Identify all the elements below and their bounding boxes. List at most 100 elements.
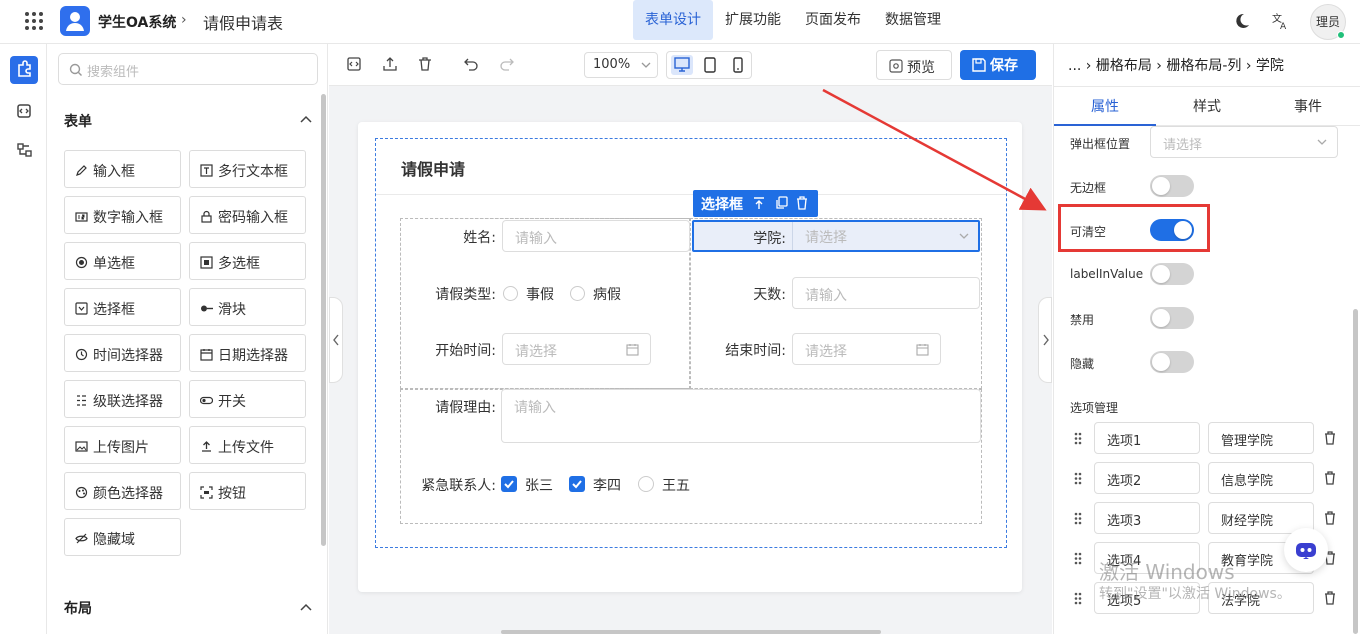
dark-mode-icon[interactable] — [1233, 12, 1251, 30]
option-row: 选项2 信息学院 — [1070, 462, 1350, 494]
nav-form-design[interactable]: 表单设计 — [633, 0, 713, 40]
save-button[interactable]: 保存 — [960, 50, 1036, 80]
checkbox-lisi[interactable] — [569, 476, 585, 492]
drag-handle-icon[interactable] — [1074, 472, 1082, 485]
preview-label: 预览 — [907, 60, 935, 76]
mobile-view-button[interactable] — [727, 55, 749, 75]
comp-input[interactable]: 输入框 — [64, 150, 181, 188]
reason-label: 请假理由: — [435, 400, 496, 416]
option-key-input[interactable]: 选项3 — [1094, 502, 1200, 534]
components-rail-icon[interactable] — [10, 56, 38, 84]
comp-hidden-field[interactable]: 隐藏域 — [64, 518, 181, 556]
popup-position-select[interactable]: 请选择 — [1150, 126, 1338, 158]
comp-password-input[interactable]: 密码输入框 — [189, 196, 306, 234]
form-container[interactable]: 请假申请 姓名: 请输入 学院: 请选择 请假类型: 事假 病假 天数: 请输入 — [375, 138, 1007, 548]
drag-handle-icon[interactable] — [1074, 432, 1082, 445]
comp-checkbox[interactable]: 多选框 — [189, 242, 306, 280]
comp-textarea[interactable]: 多行文本框 — [189, 150, 306, 188]
hidden-label: 隐藏 — [1070, 357, 1095, 371]
drag-handle-icon[interactable] — [1074, 592, 1082, 605]
nav-extensions[interactable]: 扩展功能 — [713, 0, 793, 40]
comp-number-input[interactable]: 数字输入框 — [64, 196, 181, 234]
disabled-toggle[interactable] — [1150, 307, 1194, 329]
chevron-up-icon[interactable] — [300, 115, 312, 123]
code-view-icon[interactable] — [347, 56, 361, 72]
delete-icon[interactable] — [796, 196, 808, 210]
copy-icon[interactable] — [775, 196, 788, 210]
comp-time-picker[interactable]: 时间选择器 — [64, 334, 181, 372]
name-input[interactable]: 请输入 — [502, 220, 690, 252]
clock-icon — [75, 348, 88, 361]
comp-radio[interactable]: 单选框 — [64, 242, 181, 280]
trash-icon[interactable] — [1324, 511, 1336, 525]
language-icon[interactable]: 文A — [1272, 12, 1290, 30]
drag-handle-icon[interactable] — [1074, 552, 1082, 565]
preview-button[interactable]: 预览 — [876, 50, 952, 80]
comp-slider[interactable]: 滑块 — [189, 288, 306, 326]
checkbox-zhangsan[interactable] — [501, 476, 517, 492]
nav-publish[interactable]: 页面发布 — [793, 0, 873, 40]
desktop-view-button[interactable] — [671, 55, 693, 75]
selected-component-tag: 选择框 — [693, 190, 818, 217]
trash-icon[interactable] — [1324, 591, 1336, 605]
college-select-selected[interactable]: 学院: 请选择 — [692, 220, 980, 252]
comp-cascader[interactable]: 级联选择器 — [64, 380, 181, 418]
option-key-input[interactable]: 选项2 — [1094, 462, 1200, 494]
end-time-picker[interactable]: 请选择 — [792, 333, 941, 365]
trash-icon[interactable] — [1324, 431, 1336, 445]
switch-icon — [200, 396, 213, 405]
chevron-right-icon: › — [181, 12, 187, 28]
labelinvalue-toggle[interactable] — [1150, 263, 1194, 285]
comp-upload-file[interactable]: 上传文件 — [189, 426, 306, 464]
tab-events[interactable]: 事件 — [1294, 96, 1322, 116]
trash-icon[interactable] — [1324, 471, 1336, 485]
radio-personal[interactable] — [503, 286, 518, 301]
panel-scrollbar[interactable] — [321, 94, 326, 546]
option-value-input[interactable]: 管理学院 — [1208, 422, 1314, 454]
zoom-select[interactable]: 100% — [584, 52, 658, 78]
top-bar: 学生OA系统 › 请假申请表 表单设计 扩展功能 页面发布 数据管理 文A 理员 — [0, 0, 1360, 44]
radio-sick[interactable] — [570, 286, 585, 301]
borderless-toggle[interactable] — [1150, 175, 1194, 197]
chevron-down-icon — [959, 233, 969, 239]
properties-scrollbar[interactable] — [1353, 309, 1358, 634]
reason-textarea[interactable]: 请输入 — [501, 389, 981, 443]
comp-select[interactable]: 选择框 — [64, 288, 181, 326]
comp-date-picker[interactable]: 日期选择器 — [189, 334, 306, 372]
trash-icon[interactable] — [418, 56, 432, 72]
end-time-label: 结束时间: — [725, 343, 786, 359]
export-icon[interactable] — [382, 56, 398, 72]
checkbox-wangwu[interactable] — [638, 476, 654, 492]
component-search-input[interactable]: 搜索组件 — [58, 53, 318, 85]
collapse-right-panel[interactable] — [1038, 297, 1052, 383]
comp-color-picker[interactable]: 颜色选择器 — [64, 472, 181, 510]
undo-icon[interactable] — [463, 56, 479, 72]
chevron-up-icon[interactable] — [300, 603, 312, 611]
tab-style[interactable]: 样式 — [1193, 96, 1221, 116]
tablet-view-button[interactable] — [699, 55, 721, 75]
avatar[interactable]: 理员 — [1310, 4, 1346, 40]
canvas-scrollbar[interactable] — [501, 630, 881, 634]
nav-data[interactable]: 数据管理 — [873, 0, 953, 40]
code-rail-icon[interactable] — [10, 97, 38, 125]
comp-switch[interactable]: 开关 — [189, 380, 306, 418]
drag-handle-icon[interactable] — [1074, 512, 1082, 525]
college-select[interactable]: 请选择 — [792, 222, 978, 250]
tree-rail-icon[interactable] — [10, 136, 38, 164]
move-top-icon[interactable] — [753, 197, 765, 210]
hidden-toggle[interactable] — [1150, 351, 1194, 373]
option-value-input[interactable]: 信息学院 — [1208, 462, 1314, 494]
redo-icon[interactable] — [499, 56, 515, 72]
comp-upload-image[interactable]: 上传图片 — [64, 426, 181, 464]
tab-attributes[interactable]: 属性 — [1091, 96, 1119, 116]
start-time-picker[interactable]: 请选择 — [502, 333, 651, 365]
apps-grid-icon[interactable] — [24, 11, 44, 31]
checkbox-icon — [200, 256, 213, 269]
component-panel: 搜索组件 表单 输入框 多行文本框 数字输入框 密码输入框 单选框 多选框 选择… — [48, 44, 328, 634]
days-input[interactable]: 请输入 — [792, 277, 980, 309]
active-tab-indicator — [1054, 124, 1156, 126]
option-key-input[interactable]: 选项1 — [1094, 422, 1200, 454]
chat-assistant-button[interactable] — [1284, 528, 1328, 572]
collapse-left-panel[interactable] — [329, 297, 343, 383]
comp-button[interactable]: 按钮 — [189, 472, 306, 510]
